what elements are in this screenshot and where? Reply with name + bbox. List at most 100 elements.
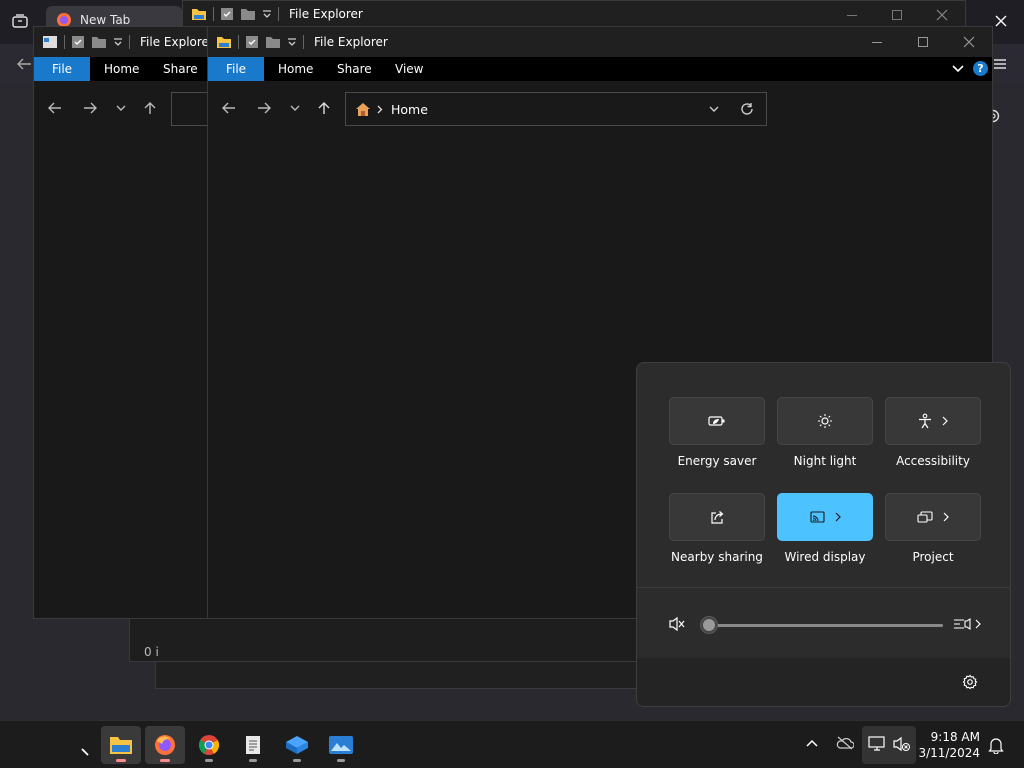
project-label: Project xyxy=(912,550,954,564)
up-icon[interactable] xyxy=(314,98,334,118)
volume-slider-thumb[interactable] xyxy=(700,616,718,634)
running-indicator xyxy=(337,759,345,762)
maximize-icon[interactable] xyxy=(892,10,902,20)
forward-icon[interactable] xyxy=(254,98,274,118)
help-icon[interactable]: ? xyxy=(973,61,988,76)
show-hidden-icons-icon[interactable] xyxy=(806,739,818,747)
ribbon-tab-file[interactable]: File xyxy=(34,57,90,81)
address-bar[interactable] xyxy=(171,92,211,126)
explorer-window-left: File Explorer File Home Share xyxy=(33,26,233,619)
taskbar-virtualbox[interactable] xyxy=(277,726,317,764)
running-indicator xyxy=(116,759,126,762)
chevron-right-icon xyxy=(942,416,948,426)
toolbar-separator xyxy=(64,35,65,49)
pen-icon[interactable] xyxy=(80,747,90,757)
toolbar-separator xyxy=(278,7,279,21)
chevron-right-icon xyxy=(835,512,841,522)
status-bar-text: 0 i xyxy=(144,645,159,659)
network-icon xyxy=(868,736,886,752)
back-icon[interactable] xyxy=(45,98,65,118)
ribbon-tab-file[interactable]: File xyxy=(208,57,264,81)
minimize-icon xyxy=(872,41,882,43)
taskbar-notepad[interactable] xyxy=(233,726,273,764)
sound-output-button[interactable] xyxy=(953,617,981,631)
nearby-sharing-toggle[interactable] xyxy=(669,493,765,541)
night-light-icon xyxy=(817,413,833,429)
customize-toolbar-icon[interactable] xyxy=(287,37,297,47)
title-bar: File Explorer xyxy=(34,27,232,57)
running-indicator xyxy=(293,759,301,762)
speaker-muted-icon xyxy=(668,616,686,632)
night-light-toggle[interactable] xyxy=(777,397,873,445)
volume-slider-track[interactable] xyxy=(709,624,943,627)
running-indicator xyxy=(249,759,257,762)
firefox-icon xyxy=(153,733,177,757)
customize-toolbar-icon[interactable] xyxy=(113,37,123,47)
ribbon-tab-view[interactable]: View xyxy=(395,57,423,81)
sound-mixer-icon xyxy=(953,617,971,631)
project-button[interactable] xyxy=(885,493,981,541)
ribbon-tab-home[interactable]: Home xyxy=(104,57,139,81)
running-indicator xyxy=(160,759,170,762)
maximize-icon xyxy=(918,37,928,47)
properties-icon[interactable] xyxy=(220,7,234,21)
back-icon[interactable] xyxy=(219,98,239,118)
properties-icon[interactable] xyxy=(245,35,259,49)
maximize-button[interactable] xyxy=(900,27,946,57)
energy-saver-toggle[interactable] xyxy=(669,397,765,445)
browser-tab-title: New Tab xyxy=(80,13,131,27)
notification-bell-icon[interactable] xyxy=(988,736,1004,754)
taskbar-clock[interactable]: 9:18 AM 3/11/2024 xyxy=(918,729,980,761)
nearby-sharing-icon xyxy=(710,510,725,525)
browser-menu-icon[interactable] xyxy=(993,58,1007,70)
browser-close-icon[interactable] xyxy=(994,14,1008,28)
photos-icon xyxy=(328,734,354,756)
project-icon xyxy=(917,511,933,523)
chrome-icon xyxy=(197,733,221,757)
up-icon[interactable] xyxy=(140,98,160,118)
accessibility-button[interactable] xyxy=(885,397,981,445)
taskbar-firefox[interactable] xyxy=(145,726,185,764)
expand-ribbon-icon[interactable] xyxy=(952,63,964,73)
new-folder-icon[interactable] xyxy=(265,35,281,49)
file-explorer-icon xyxy=(109,735,133,755)
recent-locations-icon[interactable] xyxy=(285,98,305,118)
minimize-icon[interactable] xyxy=(847,15,857,16)
quick-access-toolbar: File Explorer xyxy=(191,7,363,21)
forward-icon[interactable] xyxy=(80,98,100,118)
wired-display-button[interactable] xyxy=(777,493,873,541)
virtualbox-icon xyxy=(284,734,310,756)
accessibility-icon xyxy=(918,413,932,429)
close-button[interactable] xyxy=(946,27,992,57)
customize-toolbar-icon[interactable] xyxy=(262,9,272,19)
settings-gear-icon[interactable] xyxy=(962,674,978,690)
folder-icon xyxy=(216,35,232,49)
new-folder-icon[interactable] xyxy=(240,7,256,21)
address-bar[interactable]: Home xyxy=(345,92,767,126)
browser-back-icon[interactable] xyxy=(16,58,32,70)
new-folder-icon[interactable] xyxy=(91,35,107,49)
onedrive-icon[interactable] xyxy=(836,736,854,750)
address-history-icon[interactable] xyxy=(709,105,719,113)
minimize-button[interactable] xyxy=(854,27,900,57)
properties-icon[interactable] xyxy=(71,35,85,49)
nearby-sharing-label: Nearby sharing xyxy=(671,550,763,564)
wired-display-label: Wired display xyxy=(784,550,866,564)
divider xyxy=(637,587,1010,588)
breadcrumb-location[interactable]: Home xyxy=(391,102,428,117)
mute-button[interactable] xyxy=(668,616,686,632)
taskbar-file-explorer[interactable] xyxy=(101,726,141,764)
taskbar-chrome[interactable] xyxy=(189,726,229,764)
ribbon-tab-share[interactable]: Share xyxy=(163,57,198,81)
ribbon: File Home Share View ? xyxy=(208,57,992,81)
toolbar-separator xyxy=(303,35,304,49)
night-light-label: Night light xyxy=(793,454,857,468)
ribbon-tab-share[interactable]: Share xyxy=(337,57,372,81)
refresh-icon[interactable] xyxy=(740,102,754,116)
ribbon-tab-home[interactable]: Home xyxy=(278,57,313,81)
tab-list-icon[interactable] xyxy=(12,14,28,28)
window-title: File Explorer xyxy=(289,7,363,21)
close-icon[interactable] xyxy=(936,9,948,21)
recent-locations-icon[interactable] xyxy=(111,98,131,118)
taskbar-photos[interactable] xyxy=(321,726,361,764)
